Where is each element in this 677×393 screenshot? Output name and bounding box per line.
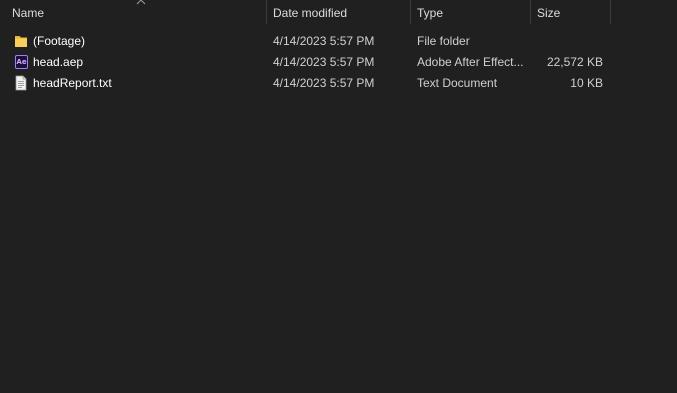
folder-icon bbox=[15, 36, 27, 47]
column-header-row: Name Date modified Type Size bbox=[0, 0, 677, 26]
file-name: (Footage) bbox=[33, 34, 86, 48]
chevron-up-icon bbox=[136, 0, 146, 5]
after-effects-file-icon: Ae bbox=[15, 55, 28, 69]
file-row[interactable]: Ae head.aep 4/14/2023 5:57 PM Adobe Afte… bbox=[0, 52, 677, 73]
column-divider[interactable] bbox=[610, 0, 611, 24]
column-header-date-modified[interactable]: Date modified bbox=[267, 0, 410, 26]
file-list: (Footage) 4/14/2023 5:57 PM File folder … bbox=[0, 31, 677, 94]
column-header-name[interactable]: Name bbox=[6, 0, 266, 26]
column-header-type-label: Type bbox=[417, 6, 444, 20]
column-header-size-label: Size bbox=[537, 6, 561, 20]
column-header-date-label: Date modified bbox=[273, 6, 348, 20]
column-header-size[interactable]: Size bbox=[531, 0, 610, 26]
file-date-modified: 4/14/2023 5:57 PM bbox=[273, 76, 375, 90]
file-size bbox=[535, 31, 603, 52]
file-size: 22,572 KB bbox=[546, 55, 603, 69]
column-header-type[interactable]: Type bbox=[411, 0, 530, 26]
file-explorer-list-view: Name Date modified Type Size (Footage) 4… bbox=[0, 0, 677, 393]
column-header-name-label: Name bbox=[12, 6, 45, 20]
file-type: Adobe After Effect... bbox=[417, 55, 524, 69]
file-row[interactable]: (Footage) 4/14/2023 5:57 PM File folder bbox=[0, 31, 677, 52]
file-size: 10 KB bbox=[570, 76, 603, 90]
file-type: File folder bbox=[417, 34, 470, 48]
file-type: Text Document bbox=[417, 76, 498, 90]
file-name: headReport.txt bbox=[33, 76, 112, 90]
text-document-icon bbox=[15, 75, 27, 91]
file-row[interactable]: headReport.txt 4/14/2023 5:57 PM Text Do… bbox=[0, 73, 677, 94]
file-date-modified: 4/14/2023 5:57 PM bbox=[273, 34, 375, 48]
file-date-modified: 4/14/2023 5:57 PM bbox=[273, 55, 375, 69]
file-name: head.aep bbox=[33, 55, 84, 69]
